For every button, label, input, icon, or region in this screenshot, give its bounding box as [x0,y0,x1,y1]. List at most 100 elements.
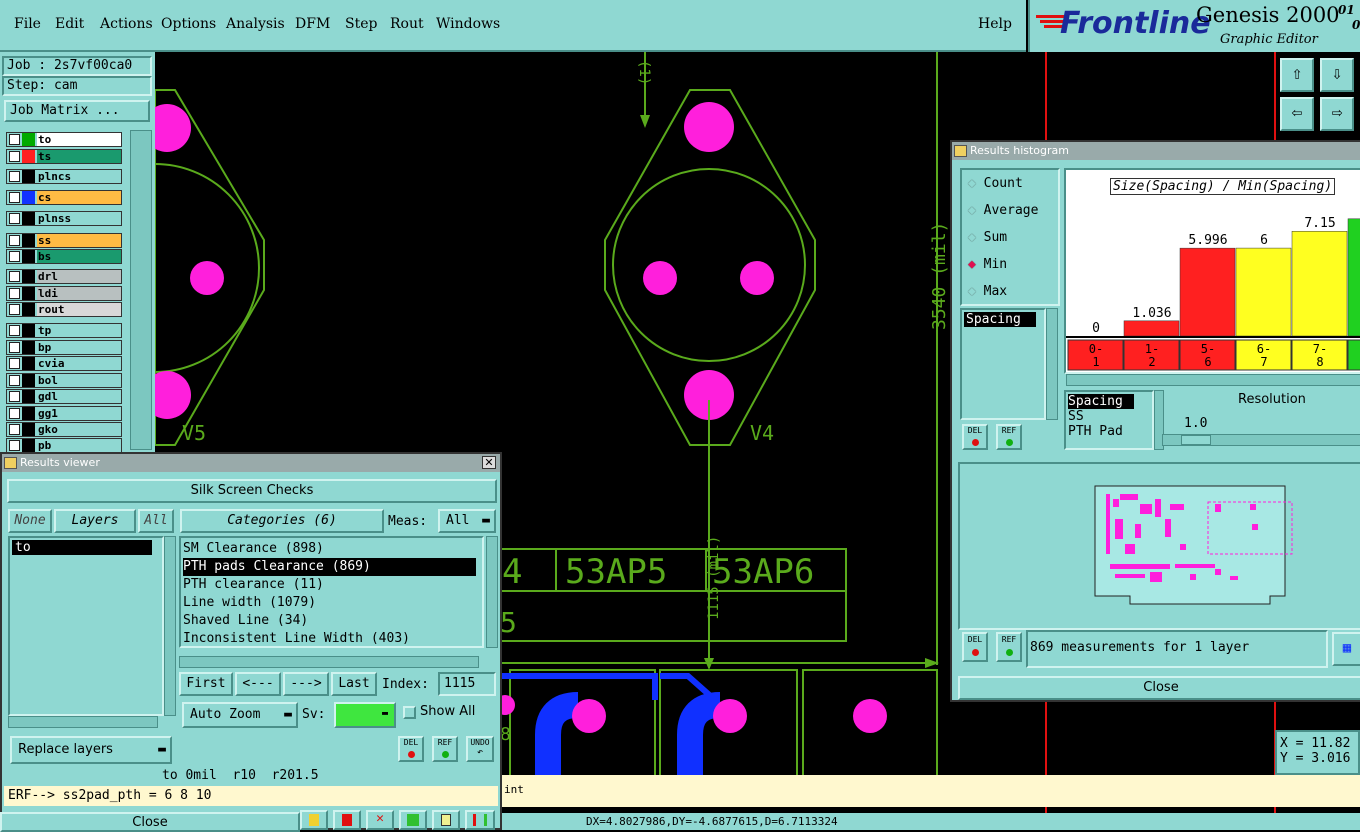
layer-item[interactable]: pb [6,438,122,453]
layer-item[interactable]: ts [6,149,122,164]
list-item[interactable]: PTH pads Clearance (869) [183,558,476,576]
last-button[interactable]: Last [331,672,377,696]
bar-5-6[interactable] [1179,247,1236,337]
layer-item[interactable]: bp [6,340,122,355]
layer-checkbox[interactable] [9,213,20,224]
layer-color-swatch[interactable] [22,150,35,163]
mode-radio-max[interactable]: ◆ Max [962,278,1058,305]
categories-scrollbar[interactable] [486,536,498,648]
layer-color-swatch[interactable] [22,324,35,337]
layer-checkbox[interactable] [9,358,20,369]
menu-windows[interactable]: Windows [436,16,500,32]
layer-checkbox[interactable] [9,235,20,246]
layer-color-swatch[interactable] [22,439,35,452]
tool-1-icon[interactable] [300,810,328,830]
layer-checkbox[interactable] [9,288,20,299]
first-button[interactable]: First [179,672,233,696]
layer-item[interactable]: gdl [6,389,122,404]
spacing-list-scrollbar[interactable] [1046,308,1058,420]
layer-color-swatch[interactable] [22,287,35,300]
slider-handle[interactable] [1181,435,1211,445]
index-input[interactable]: 1115 [438,672,496,696]
del-button[interactable]: DEL [398,736,424,762]
close-icon[interactable]: ✕ [482,456,496,469]
layer-checkbox[interactable] [9,375,20,386]
layer-list-scrollbar[interactable] [164,536,176,716]
mode-radio-count[interactable]: ◆ Count [962,170,1058,197]
tool-2-icon[interactable] [333,810,361,830]
hist-export-icon[interactable]: ▦ [1332,632,1360,666]
layer-color-swatch[interactable] [22,357,35,370]
attr-list[interactable]: Spacing SS PTH Pad [1064,390,1154,450]
layer-checkbox[interactable] [9,271,20,282]
layer-item[interactable]: bol [6,373,122,388]
hist-ref-button[interactable]: REF [996,424,1022,450]
list-item[interactable]: Spacing [964,312,1036,327]
layer-color-swatch[interactable] [22,212,35,225]
view-up-icon[interactable]: ⇧ [1280,58,1314,92]
layer-item[interactable]: ss [6,233,122,248]
list-item[interactable]: PTH clearance (11) [183,576,480,594]
next-button[interactable]: ---> [283,672,329,696]
layer-color-swatch[interactable] [22,250,35,263]
layer-item[interactable]: cvia [6,356,122,371]
menu-edit[interactable]: Edit [55,16,84,32]
layer-item[interactable]: ldi [6,286,122,301]
view-right-icon[interactable]: ⇨ [1320,97,1354,131]
tool-3-icon[interactable]: ✕ [366,810,394,830]
layer-item[interactable]: plnss [6,211,122,226]
menu-actions[interactable]: Actions [100,16,153,32]
bar-6-7[interactable] [1235,247,1292,337]
menu-step[interactable]: Step [345,16,377,32]
hist-del-button[interactable]: DEL [962,424,988,450]
menu-options[interactable]: Options [161,16,216,32]
layer-color-swatch[interactable] [22,270,35,283]
histogram-titlebar[interactable]: Results histogram [952,142,1360,160]
layer-color-swatch[interactable] [22,303,35,316]
sv-color-dropdown[interactable]: ▬ [334,702,396,728]
menu-dfm[interactable]: DFM [295,16,330,32]
layer-item[interactable]: to [6,132,122,147]
menu-file[interactable]: File [14,16,41,32]
layer-color-swatch[interactable] [22,423,35,436]
layer-color-swatch[interactable] [22,133,35,146]
layer-item[interactable]: plncs [6,169,122,184]
layer-checkbox[interactable] [9,408,20,419]
menu-help[interactable]: Help [978,16,1012,32]
menu-rout[interactable]: Rout [390,16,424,32]
auto-zoom-dropdown[interactable]: Auto Zoom ▬ [182,702,298,728]
show-all-checkbox[interactable] [403,706,416,719]
layer-checkbox[interactable] [9,391,20,402]
list-item[interactable]: PTH Pad [1068,424,1150,439]
layer-checkbox[interactable] [9,192,20,203]
ref-button[interactable]: REF [432,736,458,762]
layer-checkbox[interactable] [9,342,20,353]
layer-color-swatch[interactable] [22,234,35,247]
layer-item[interactable]: rout [6,302,122,317]
list-item[interactable]: Inconsistent Line Width (403) [183,630,480,648]
undo-button[interactable]: UNDO ↶ [466,736,494,762]
layer-color-swatch[interactable] [22,407,35,420]
layer-list-hscrollbar[interactable] [8,716,158,728]
layer-item[interactable]: cs [6,190,122,205]
mode-radio-min[interactable]: ◆ Min [962,251,1058,278]
all-button[interactable]: All [138,509,174,533]
layer-item[interactable]: bs [6,249,122,264]
categories-button[interactable]: Categories (6) [180,509,384,533]
resolution-slider[interactable] [1162,434,1360,446]
layer-checkbox[interactable] [9,151,20,162]
results-viewer-titlebar[interactable]: Results viewer ✕ [2,454,500,472]
layer-checkbox[interactable] [9,134,20,145]
list-item[interactable]: SM Clearance (898) [183,540,480,558]
layers-button[interactable]: Layers [54,509,136,533]
category-cell[interactable] [1347,339,1360,371]
hist-ref-button-2[interactable]: REF [996,632,1022,662]
tool-4-icon[interactable] [399,810,427,830]
bar-1-2[interactable] [1123,320,1180,337]
layer-color-swatch[interactable] [22,390,35,403]
layer-checkbox[interactable] [9,304,20,315]
layer-color-swatch[interactable] [22,170,35,183]
list-item[interactable]: Line width (1079) [183,594,480,612]
job-matrix-button[interactable]: Job Matrix ... [4,100,150,122]
layer-item[interactable]: gko [6,422,122,437]
